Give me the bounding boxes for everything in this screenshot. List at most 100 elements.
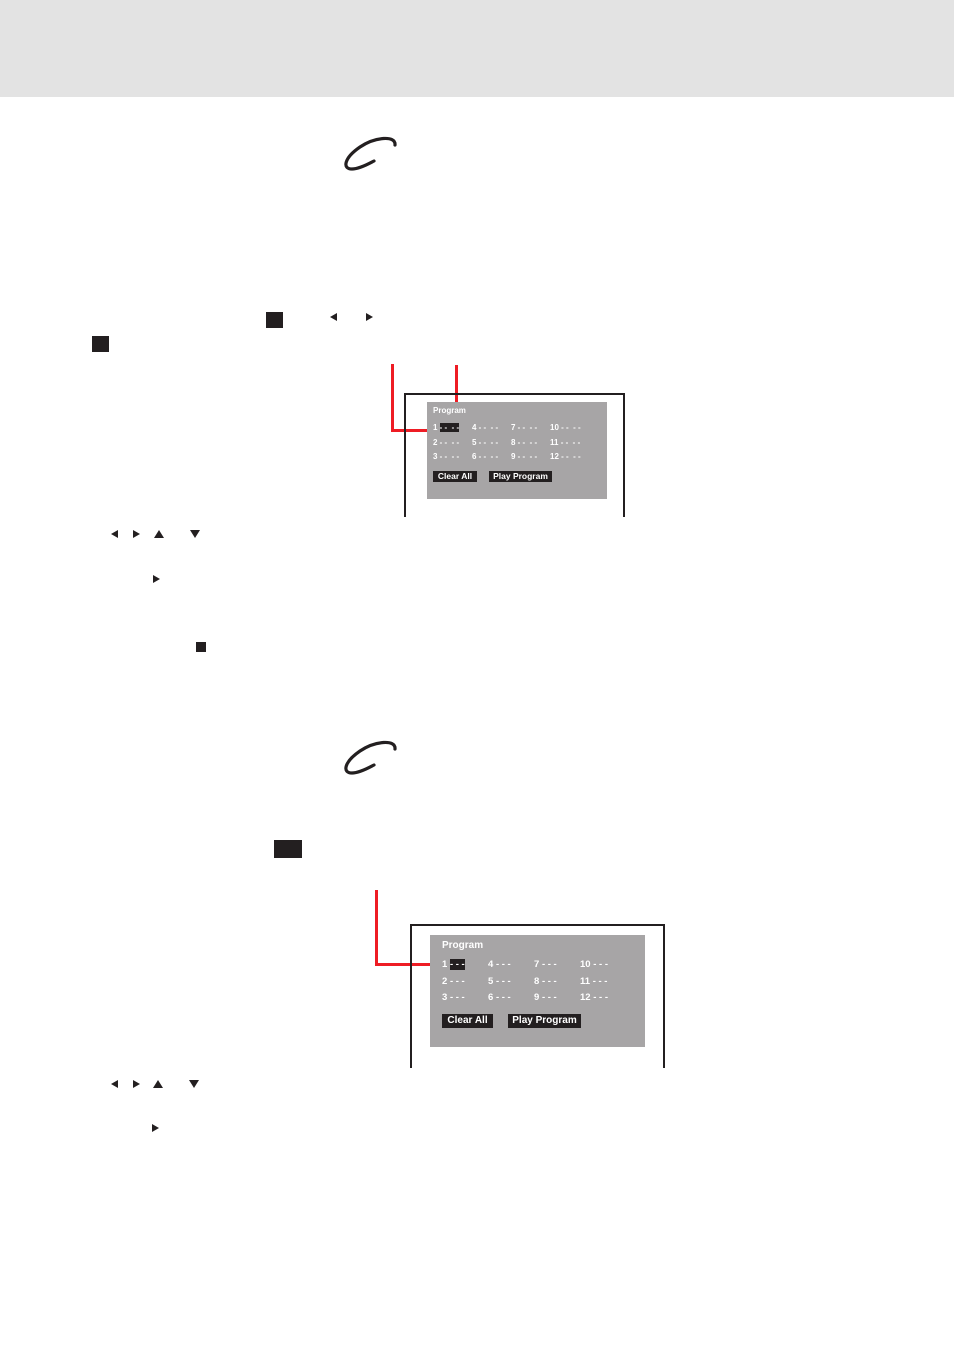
program-slot-value: - - - — [541, 959, 557, 970]
program-slot-number: 6 — [488, 992, 496, 1003]
callout-line — [391, 364, 394, 432]
program-slot-value: - - - - — [517, 452, 538, 461]
program-slot-value: - - - — [495, 959, 511, 970]
program-slot-number: 9 — [511, 452, 518, 461]
program-slot[interactable]: 6 - - - - — [472, 452, 498, 461]
program-slot-number: 2 — [442, 975, 450, 987]
program-slot-value: - - - — [592, 975, 608, 987]
program-menu: Program 1 - - -2 - - -3 - - -4 - - -5 - … — [430, 935, 645, 1047]
program-slot-value: - - - — [495, 975, 511, 987]
program-slot[interactable]: 1 - - - - — [433, 423, 460, 432]
program-slot[interactable]: 11 - - - - — [550, 438, 580, 447]
play-program-button[interactable]: Play Program — [489, 471, 552, 482]
program-slot-number: 5 — [488, 975, 496, 987]
program-slot-value: - - - — [541, 975, 557, 987]
program-slot-number: 3 — [442, 992, 450, 1003]
program-slot[interactable]: 5 - - - - — [472, 438, 498, 447]
program-slot-value: - - - — [449, 992, 465, 1003]
program-slot-value: - - - - — [478, 452, 499, 461]
program-slot-number: 11 — [550, 437, 561, 447]
program-slot[interactable]: 12 - - - - — [550, 452, 581, 461]
program-slot-value: - - - - — [439, 423, 460, 432]
program-slot[interactable]: 4 - - - - — [472, 423, 498, 432]
program-slot-number: 7 — [511, 423, 518, 432]
program-slot-number: 9 — [534, 992, 542, 1003]
program-slot[interactable]: 8 - - - — [534, 976, 557, 987]
program-slot-value: - - - - — [478, 423, 499, 432]
header-band — [0, 0, 954, 97]
program-slot[interactable]: 9 - - - - — [511, 452, 537, 461]
program-slot[interactable]: 10 - - - - — [550, 423, 581, 432]
program-menu-title: Program — [442, 940, 484, 951]
callout-line — [375, 890, 378, 966]
stop-square-icon — [92, 336, 109, 352]
button-rectangle-icon — [274, 840, 302, 858]
program-slot[interactable]: 10 - - - — [580, 959, 608, 970]
program-slot-number: 8 — [534, 975, 542, 987]
program-menu-title: Program — [433, 406, 466, 415]
stop-icon — [196, 642, 206, 652]
play-program-button[interactable]: Play Program — [508, 1014, 581, 1028]
play-icon — [153, 575, 160, 583]
program-slot-value: - - - - — [478, 437, 499, 447]
program-slot[interactable]: 3 - - - — [442, 992, 465, 1003]
cd-logo-icon — [344, 136, 397, 171]
program-slot-number: 12 — [580, 992, 594, 1003]
program-slot-number: 5 — [472, 437, 479, 447]
program-slot-number: 4 — [488, 959, 496, 970]
program-slot[interactable]: 6 - - - — [488, 992, 511, 1003]
program-slot-number: 2 — [433, 437, 440, 447]
program-slot-value: - - - — [449, 959, 465, 970]
program-slot-value: - - - — [541, 992, 557, 1003]
left-arrow-icon — [111, 530, 118, 538]
program-slot[interactable]: 5 - - - — [488, 976, 511, 987]
program-menu: Program 1 - - - -2 - - - -3 - - - -4 - -… — [427, 402, 607, 499]
program-slot-number: 1 — [442, 959, 450, 970]
right-arrow-icon — [133, 1080, 140, 1088]
program-slot-number: 12 — [550, 452, 562, 461]
program-slot-number: 6 — [472, 452, 479, 461]
program-slot[interactable]: 7 - - - - — [511, 423, 537, 432]
program-slot-value: - - - - — [517, 437, 538, 447]
left-arrow-icon — [330, 313, 337, 321]
program-slot[interactable]: 3 - - - - — [433, 452, 459, 461]
program-slot-value: - - - - — [517, 423, 538, 432]
play-icon — [152, 1124, 159, 1132]
program-slot-number: 4 — [472, 423, 479, 432]
program-slot-number: 3 — [433, 452, 440, 461]
program-slot-value: - - - - — [439, 452, 460, 461]
right-arrow-icon — [133, 530, 140, 538]
program-slot[interactable]: 7 - - - — [534, 959, 557, 970]
program-slot-value: - - - - — [561, 423, 581, 432]
program-slot-value: - - - — [593, 959, 608, 970]
program-slot[interactable]: 2 - - - - — [433, 438, 459, 447]
program-slot-number: 10 — [580, 959, 594, 970]
program-slot[interactable]: 2 - - - — [442, 976, 465, 987]
program-slot-value: - - - - — [560, 437, 581, 447]
program-slot[interactable]: 4 - - - — [488, 959, 511, 970]
cd-logo-icon — [344, 740, 397, 775]
program-slot-number: 1 — [433, 423, 440, 432]
program-slot[interactable]: 1 - - - — [442, 959, 465, 970]
left-arrow-icon — [111, 1080, 118, 1088]
program-slot-value: - - - - — [561, 452, 581, 461]
clear-all-button[interactable]: Clear All — [433, 471, 477, 482]
program-slot-value: - - - - — [439, 437, 460, 447]
program-slot-number: 7 — [534, 959, 542, 970]
program-slot-number: 8 — [511, 437, 518, 447]
program-slot[interactable]: 9 - - - — [534, 992, 557, 1003]
program-slot-number: 11 — [580, 975, 593, 987]
program-slot[interactable]: 11 - - - — [580, 976, 607, 987]
stop-square-icon — [266, 312, 283, 328]
program-slot[interactable]: 12 - - - — [580, 992, 608, 1003]
program-slot[interactable]: 8 - - - - — [511, 438, 537, 447]
right-arrow-icon — [366, 313, 373, 321]
up-arrow-icon — [154, 530, 164, 538]
down-arrow-icon — [189, 1080, 199, 1088]
program-slot-value: - - - — [593, 992, 608, 1003]
down-arrow-icon — [190, 530, 200, 538]
program-slot-value: - - - — [495, 992, 511, 1003]
up-arrow-icon — [153, 1080, 163, 1088]
clear-all-button[interactable]: Clear All — [442, 1014, 493, 1028]
program-slot-number: 10 — [550, 423, 562, 432]
